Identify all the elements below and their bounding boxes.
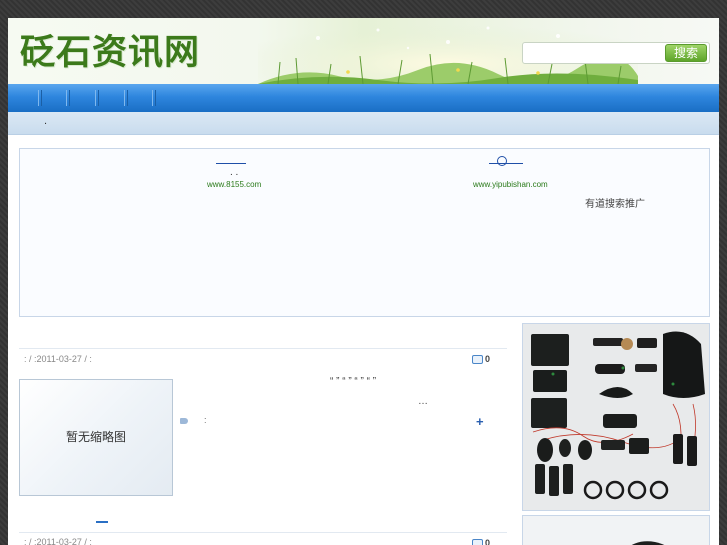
breadcrumb: . [44, 115, 48, 127]
article-2-comment-count[interactable]: 0 [485, 538, 490, 545]
comment-icon [472, 539, 483, 545]
nav-item-1[interactable] [38, 90, 42, 106]
search-input[interactable] [527, 45, 661, 63]
ad-right-url[interactable]: www.yipubishan.com [473, 180, 548, 189]
article-summary-line-2: … [418, 396, 428, 407]
product-photo-2[interactable] [522, 515, 710, 545]
ad-promo-label[interactable]: 有道搜索推广 [585, 195, 645, 210]
nav-item-2[interactable] [66, 90, 70, 106]
product-image-2 [523, 516, 709, 545]
site-header: 砭石资讯网 搜索 [8, 18, 719, 84]
comment-count[interactable]: 0 [485, 354, 490, 364]
article-2-meta: : / :2011-03-27 / : [24, 537, 92, 545]
article-divider [19, 532, 507, 533]
breadcrumb-bar: . [8, 112, 719, 135]
ad-right-title-link[interactable] [489, 163, 523, 164]
article-thumbnail[interactable]: 暂无缩略图 [19, 379, 173, 496]
product-photo[interactable] [522, 323, 710, 511]
page-frame: 砭石资讯网 搜索 . . . www.8155.com www.yipubish… [8, 18, 719, 545]
search-button[interactable]: 搜索 [665, 44, 707, 62]
comment-icon [472, 355, 483, 364]
tag-icon [180, 418, 188, 424]
nav-item-5[interactable] [152, 90, 156, 106]
main-nav [8, 84, 719, 113]
bian-stone-products-image [523, 324, 709, 510]
search-form: 搜索 [522, 42, 710, 64]
ad-box: . . www.8155.com www.yipubishan.com 有道搜索… [19, 148, 710, 317]
ad-left-url[interactable]: www.8155.com [207, 180, 261, 189]
nav-item-3[interactable] [95, 90, 99, 106]
nav-item-4[interactable] [124, 90, 128, 106]
pagination-indicator [96, 521, 108, 523]
article-meta: : / :2011-03-27 / : [24, 354, 92, 364]
tags-label: : [204, 415, 207, 425]
site-logo[interactable]: 砭石资讯网 [20, 24, 200, 75]
thumbnail-placeholder-text: 暂无缩略图 [65, 430, 126, 444]
article-summary-line-1: “ ” “ ” “ ” “ ” [330, 376, 377, 387]
article-meta-bar: : / :2011-03-27 / : 0 [19, 348, 507, 369]
read-more-button[interactable]: + [476, 414, 484, 429]
ad-left-title-link[interactable] [216, 163, 246, 164]
ad-left-description: . . [230, 167, 239, 178]
ad-right-icon [497, 156, 507, 166]
